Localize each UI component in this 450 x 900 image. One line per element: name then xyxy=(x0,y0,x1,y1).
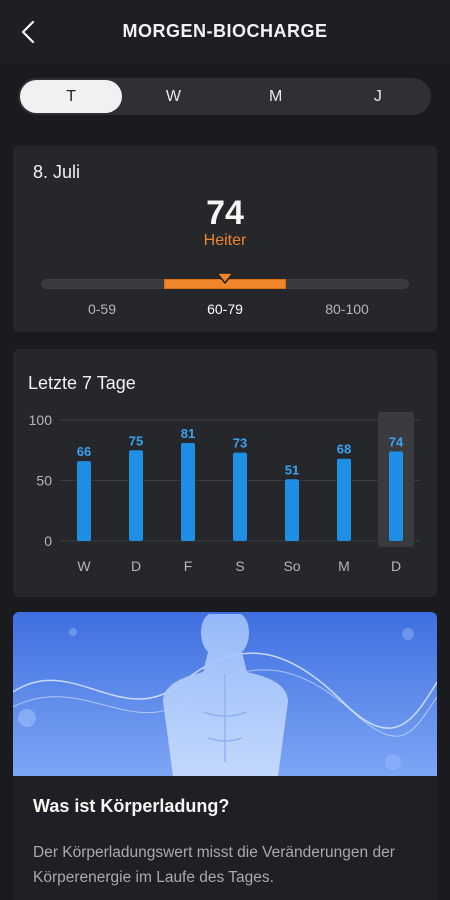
week-bar-chart: 0 50 100 66 W 75 D 81 F 73 S 51 So 68 M 74 D xyxy=(29,412,421,574)
page-title: MORGEN-BIOCHARGE xyxy=(122,21,328,41)
bar-value-label: 81 xyxy=(181,426,195,441)
tab-year[interactable]: J xyxy=(327,80,429,113)
y-tick-label: 0 xyxy=(44,533,52,549)
bar[interactable] xyxy=(337,458,351,541)
range-label-high: 80-100 xyxy=(325,301,369,317)
x-tick-label: M xyxy=(338,558,350,574)
tab-week[interactable]: W xyxy=(122,80,224,113)
x-tick-label: W xyxy=(77,558,91,574)
week-card: Letzte 7 Tage 0 50 100 66 W 75 D 81 F 73 S 51 So 68 M 7… xyxy=(13,349,437,597)
mood-label: Heiter xyxy=(203,232,247,249)
x-tick-label: S xyxy=(235,558,244,574)
bar-value-label: 75 xyxy=(129,433,143,448)
info-title: Was ist Körperladung? xyxy=(33,796,230,816)
x-tick-label: So xyxy=(283,558,300,574)
today-card: 8. Juli 74 Heiter 0-59 60-79 80-100 xyxy=(13,146,437,332)
range-label-mid: 60-79 xyxy=(207,301,243,317)
bar-value-label: 51 xyxy=(285,462,299,477)
score-value: 74 xyxy=(206,194,244,232)
body-energy-illustration xyxy=(13,612,437,776)
app-header: MORGEN-BIOCHARGE xyxy=(0,0,450,64)
bar[interactable] xyxy=(285,479,299,541)
x-tick-label: F xyxy=(184,558,193,574)
bar-value-label: 68 xyxy=(337,442,351,457)
bar[interactable] xyxy=(233,452,247,541)
y-tick-label: 100 xyxy=(29,412,53,428)
x-tick-label: D xyxy=(131,558,141,574)
bar-value-label: 73 xyxy=(233,436,247,451)
bar[interactable] xyxy=(389,451,403,541)
bar[interactable] xyxy=(181,442,195,541)
tab-month[interactable]: M xyxy=(225,80,327,113)
tab-day[interactable]: T xyxy=(20,80,123,113)
range-label-low: 0-59 xyxy=(87,301,117,317)
range-marker-icon xyxy=(216,272,234,284)
period-tabs: T W M J xyxy=(18,78,431,115)
bar-value-label: 74 xyxy=(389,434,404,449)
info-card[interactable]: Was ist Körperladung? Der Körperladungsw… xyxy=(13,612,437,900)
info-text: Der Körperladungswert misst die Veränder… xyxy=(33,844,395,886)
bar[interactable] xyxy=(77,461,91,541)
date-label: 8. Juli xyxy=(33,162,81,182)
range-bar xyxy=(41,272,409,289)
bar-value-label: 66 xyxy=(77,444,91,459)
y-tick-label: 50 xyxy=(36,473,52,489)
bar[interactable] xyxy=(129,450,143,541)
x-tick-label: D xyxy=(391,558,401,574)
